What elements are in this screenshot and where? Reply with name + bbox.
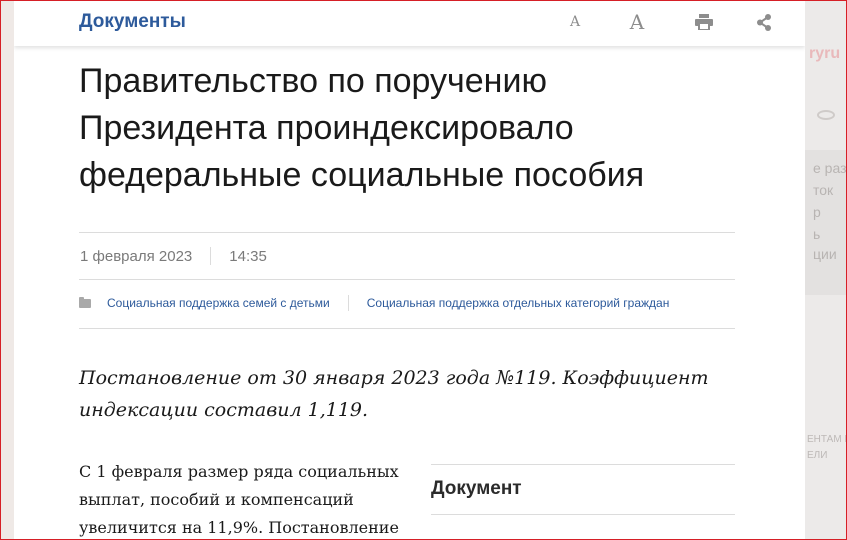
background-text: е раз	[813, 160, 847, 176]
divider	[79, 328, 735, 329]
share-icon	[757, 13, 771, 31]
eye-icon	[817, 110, 835, 120]
article-time: 14:35	[229, 247, 267, 265]
font-decrease-button[interactable]: A	[564, 0, 586, 44]
background-text: ь	[813, 226, 821, 242]
article-body: С 1 февраля размер ряда социальных выпла…	[79, 462, 399, 537]
font-increase-icon: A	[629, 10, 645, 34]
tag-separator	[347, 295, 349, 311]
print-icon	[695, 14, 713, 30]
article-meta: 1 февраля 2023 14:35	[80, 247, 267, 265]
tag-link-families-with-children[interactable]: Социальная поддержка семей с детьми	[107, 296, 330, 310]
document-sheet: Документы A A Правительство по поручению…	[14, 0, 805, 540]
folder-icon	[79, 296, 91, 308]
article-lead: Постановление от 30 января 2023 года №11…	[79, 367, 709, 421]
font-decrease-icon: A	[569, 14, 581, 30]
background-footer-line: ЕЛИ	[807, 450, 828, 461]
print-button[interactable]	[692, 0, 716, 44]
divider	[79, 279, 735, 280]
tag-link-citizen-categories[interactable]: Социальная поддержка отдельных категорий…	[367, 296, 670, 310]
background-text: р	[813, 204, 821, 220]
share-button[interactable]	[752, 0, 776, 44]
background-footer: ЕНТАМ И ЕЛИ	[807, 432, 847, 464]
background-text: ток	[813, 182, 834, 198]
background-footer-line: ЕНТАМ И	[807, 434, 847, 445]
font-increase-button[interactable]: A	[624, 0, 650, 44]
document-box-title: Документ	[431, 478, 522, 499]
divider	[431, 514, 735, 515]
background-page-left	[0, 0, 14, 540]
background-brand: ryru	[809, 45, 841, 62]
background-page-right: ryru е раз ток р ь ции ЕНТАМ И ЕЛИ	[805, 0, 847, 540]
divider	[79, 232, 735, 233]
document-box: Документ	[431, 464, 735, 515]
document-toolbar: Документы A A	[14, 0, 805, 46]
background-text: ции	[813, 246, 837, 262]
article-date: 1 февраля 2023	[80, 247, 193, 265]
section-title[interactable]: Документы	[79, 11, 186, 33]
article-tags: Социальная поддержка семей с детьми Соци…	[79, 295, 669, 311]
meta-separator	[210, 247, 212, 265]
article-title: Правительство по поручению Президента пр…	[79, 62, 645, 194]
